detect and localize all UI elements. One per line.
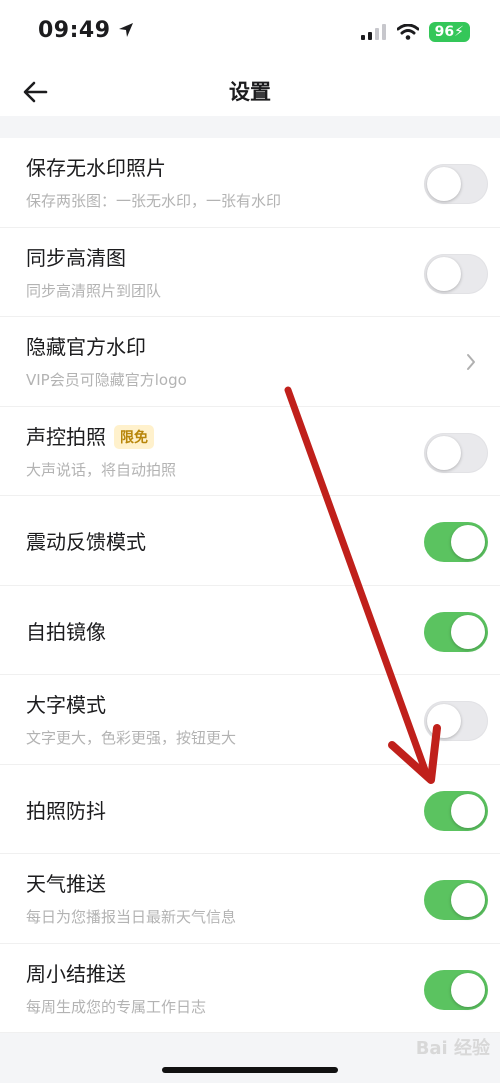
settings-row[interactable]: 天气推送每日为您播报当日最新天气信息 [0,854,500,944]
toggle-knob [427,167,461,201]
toggle-switch[interactable] [424,880,488,920]
status-time: 09:49 [38,18,135,43]
toggle-switch[interactable] [424,611,488,652]
settings-row-title-text: 拍照防抖 [26,798,106,823]
settings-row[interactable]: 拍照防抖 [0,765,500,854]
free-badge: 限免 [114,424,154,449]
settings-row-title: 震动反馈模式 [26,526,146,555]
settings-row-subtitle: 每周生成您的专属工作日志 [26,997,207,1016]
toggle-knob [451,525,485,559]
settings-row[interactable]: 隐藏官方水印 VIP会员可隐藏官方logo [0,317,500,407]
settings-row[interactable]: 周小结推送每周生成您的专属工作日志 [0,944,500,1033]
settings-row-subtitle: 文字更大，色彩更强，按钮更大 [26,729,237,747]
toggle-knob [427,435,461,470]
toggle-switch[interactable] [424,164,488,204]
location-arrow-icon [118,23,133,37]
toggle-switch[interactable] [424,790,488,831]
section-spacer [0,116,500,138]
settings-row-subtitle: 每日为您播报当日最新天气信息 [26,908,237,926]
settings-row-title-text: 同步高清图 [26,245,126,270]
settings-row-title: 同步高清图 [26,242,126,271]
settings-row-title: 声控拍照 限免 [26,421,154,450]
settings-row-title: 保存无水印照片 [26,152,166,181]
settings-row-title-text: 震动反馈模式 [26,530,146,554]
status-icons: 96⚡ [360,22,470,42]
chevron-right-icon [467,354,475,370]
battery-indicator: 96⚡ [428,22,470,42]
nav-bar: 设置 [0,66,500,116]
toggle-knob [451,972,485,1007]
settings-row-title-text: 保存无水印照片 [26,156,166,180]
toggle-switch[interactable] [424,701,488,741]
settings-row[interactable]: 同步高清图同步高清照片到团队 [0,228,500,317]
toggle-switch[interactable] [424,969,488,1010]
settings-row[interactable]: 保存无水印照片保存两张图：一张无水印，一张有水印 [0,138,500,228]
toggle-switch[interactable] [424,432,488,473]
settings-row-title-text: 周小结推送 [26,961,126,986]
toggle-switch[interactable] [424,253,488,294]
settings-row-subtitle: VIP会员可隐藏官方logo [26,371,187,389]
settings-row[interactable]: 震动反馈模式 [0,496,500,586]
settings-row-title: 拍照防抖 [26,795,106,824]
settings-row-title-text: 天气推送 [26,872,106,896]
settings-row-subtitle: 同步高清照片到团队 [26,281,162,300]
settings-row-title: 大字模式 [26,689,106,718]
settings-row[interactable]: 自拍镜像 [0,586,500,675]
toggle-knob [427,704,461,738]
settings-row-subtitle: 大声说话，将自动拍照 [26,460,177,479]
cellular-signal-icon [360,24,386,40]
settings-row-title: 隐藏官方水印 [26,331,146,360]
settings-row-title-text: 隐藏官方水印 [26,335,146,359]
settings-row-title-text: 大字模式 [26,693,106,717]
toggle-knob [451,793,485,828]
home-indicator [162,1067,338,1073]
toggle-knob [451,883,485,917]
settings-row-subtitle: 保存两张图：一张无水印，一张有水印 [26,192,282,210]
status-bar: 09:49 96⚡ [0,0,500,66]
battery-level: 96 [434,24,455,40]
toggle-knob [427,256,461,291]
watermark-logo: Bai 经验 [415,1038,490,1059]
settings-row-title: 天气推送 [26,868,106,897]
settings-row-title-text: 自拍镜像 [26,619,106,644]
wifi-icon [396,24,419,40]
settings-row-title: 周小结推送 [26,958,126,987]
settings-row[interactable]: 声控拍照 限免大声说话，将自动拍照 [0,407,500,496]
toggle-switch[interactable] [424,522,488,562]
settings-row[interactable]: 大字模式文字更大，色彩更强，按钮更大 [0,675,500,765]
settings-row-title: 自拍镜像 [26,616,106,645]
status-time-text: 09:49 [38,18,111,43]
toggle-knob [451,614,485,649]
page-title: 设置 [229,80,271,104]
settings-list: 保存无水印照片保存两张图：一张无水印，一张有水印同步高清图同步高清照片到团队隐藏… [0,138,500,1033]
settings-row-title-text: 声控拍照 [26,424,106,449]
